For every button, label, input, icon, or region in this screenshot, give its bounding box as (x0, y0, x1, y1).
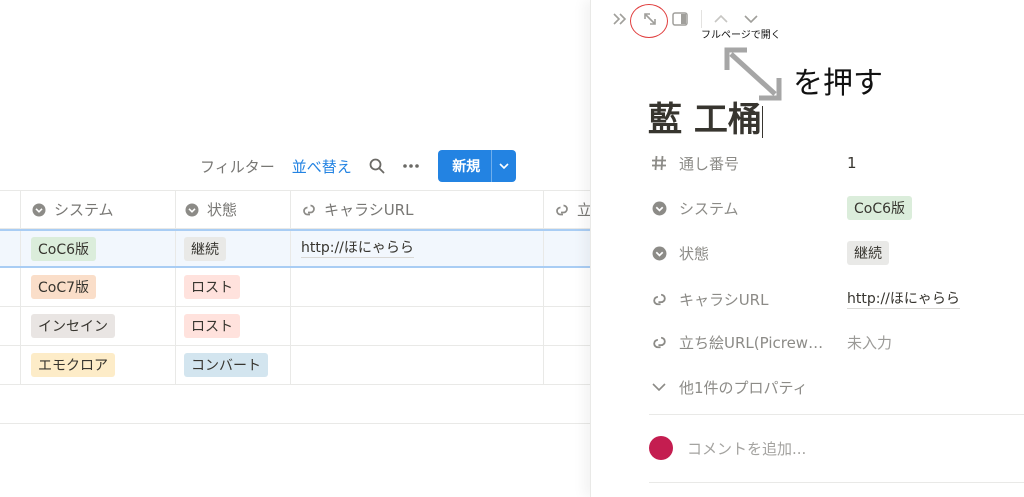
property-status[interactable]: 状態 継続 (649, 239, 1019, 267)
cell-portrait-url[interactable] (543, 268, 590, 306)
new-button[interactable]: 新規 (437, 150, 516, 182)
select-icon (31, 202, 47, 218)
column-header-portrait-url[interactable]: 立 (543, 191, 590, 228)
column-header-system[interactable]: システム (20, 191, 175, 228)
property-sheet-url[interactable]: キャラシURL http://ほにゃらら (649, 285, 1019, 313)
select-icon (184, 202, 200, 218)
column-header-label: 立 (577, 201, 590, 219)
cell-portrait-url[interactable] (543, 231, 590, 266)
sheet-url-link[interactable]: http://ほにゃらら (301, 239, 414, 258)
side-peek-panel: フルページで開く を押す 藍 工桶 通し番号 1 システム CoC6版 状態 継… (590, 0, 1024, 497)
table-row[interactable]: CoC7版 ロスト (0, 268, 590, 307)
cell-system[interactable]: エモクロア (20, 346, 175, 384)
close-peek-icon[interactable] (609, 8, 631, 30)
filter-button[interactable]: フィルター (200, 156, 275, 177)
divider (649, 414, 1024, 415)
cell-status[interactable]: ロスト (175, 307, 290, 345)
database-toolbar: フィルター 並べ替え 新規 (200, 150, 516, 182)
property-value-empty[interactable]: 未入力 (847, 332, 892, 353)
page-title[interactable]: 藍 工桶 (648, 92, 763, 141)
system-tag: エモクロア (31, 353, 115, 377)
property-value[interactable]: 1 (847, 154, 857, 172)
text-caret (761, 105, 763, 138)
url-icon (554, 202, 570, 218)
cell-system[interactable]: CoC7版 (20, 268, 175, 306)
cell-portrait-url[interactable] (543, 346, 590, 384)
property-label: 状態 (679, 244, 710, 263)
database-table: システム 状態 キャラシURL 立 CoC6版 継続 http://ほにゃらら … (0, 190, 590, 424)
property-label: システム (679, 199, 739, 218)
url-icon (649, 289, 669, 309)
status-tag: ロスト (184, 275, 240, 299)
table-row[interactable]: CoC6版 継続 http://ほにゃらら (0, 229, 590, 268)
property-label: キャラシURL (679, 290, 769, 309)
sort-button[interactable]: 並べ替え (292, 156, 352, 177)
sheet-url-link[interactable]: http://ほにゃらら (847, 290, 960, 309)
cell-status[interactable]: コンバート (175, 346, 290, 384)
divider (649, 482, 1024, 483)
new-button-label: 新規 (452, 159, 481, 175)
url-icon (649, 332, 669, 352)
system-tag: インセイン (31, 314, 115, 338)
cell-system[interactable]: インセイン (20, 307, 175, 345)
search-icon[interactable] (366, 155, 388, 177)
comment-input[interactable]: コメントを追加... (649, 436, 806, 460)
number-icon (649, 153, 669, 173)
expand-highlight-circle (630, 4, 668, 38)
url-icon (301, 202, 317, 218)
property-label: 通し番号 (679, 154, 740, 173)
expand-tooltip: フルページで開く (701, 30, 781, 41)
select-icon (649, 243, 669, 263)
column-header-label: システム (54, 201, 114, 219)
table-header: システム 状態 キャラシURL 立 (0, 190, 590, 229)
property-system[interactable]: システム CoC6版 (649, 194, 1019, 222)
cell-sheet-url[interactable] (290, 268, 543, 306)
more-properties-label: 他1件のプロパティ (679, 378, 808, 397)
status-tag: 継続 (184, 236, 226, 261)
cell-system[interactable]: CoC6版 (20, 231, 175, 266)
table-empty-row[interactable] (0, 385, 590, 424)
property-label: 立ち絵URL(Picrew… (679, 333, 824, 352)
more-icon[interactable] (400, 155, 422, 177)
table-row[interactable]: エモクロア コンバート (0, 346, 590, 385)
property-portrait-url[interactable]: 立ち絵URL(Picrew… 未入力 (649, 328, 1019, 356)
cell-portrait-url[interactable] (543, 307, 590, 345)
status-tag: ロスト (184, 314, 240, 338)
table-row[interactable]: インセイン ロスト (0, 307, 590, 346)
column-header-sheet-url[interactable]: キャラシURL (290, 191, 543, 228)
cell-status[interactable]: 継続 (175, 231, 290, 266)
annotation-text: を押す (793, 66, 883, 101)
cell-sheet-url[interactable]: http://ほにゃらら (290, 231, 543, 266)
status-tag: コンバート (184, 353, 268, 377)
property-number[interactable]: 通し番号 1 (649, 149, 1019, 177)
chevron-down-icon (649, 377, 669, 397)
column-header-label: 状態 (207, 201, 238, 219)
column-header-label: キャラシURL (324, 201, 414, 219)
status-tag[interactable]: 継続 (847, 241, 889, 265)
page-title-text: 藍 工桶 (648, 100, 762, 140)
system-tag: CoC6版 (31, 236, 97, 261)
cell-status[interactable]: ロスト (175, 268, 290, 306)
chevron-down-icon[interactable] (492, 163, 516, 169)
database-view: フィルター 並べ替え 新規 システム 状態 キャラシURL 立 CoC6版 継続… (0, 0, 590, 497)
layout-icon[interactable] (669, 8, 691, 30)
cell-sheet-url[interactable] (290, 307, 543, 345)
column-header-status[interactable]: 状態 (175, 191, 290, 228)
avatar (649, 436, 673, 460)
comment-placeholder: コメントを追加... (687, 439, 807, 458)
system-tag[interactable]: CoC6版 (847, 196, 913, 220)
cell-sheet-url[interactable] (290, 346, 543, 384)
more-properties-toggle[interactable]: 他1件のプロパティ (649, 373, 1019, 401)
select-icon (649, 198, 669, 218)
system-tag: CoC7版 (31, 275, 97, 299)
